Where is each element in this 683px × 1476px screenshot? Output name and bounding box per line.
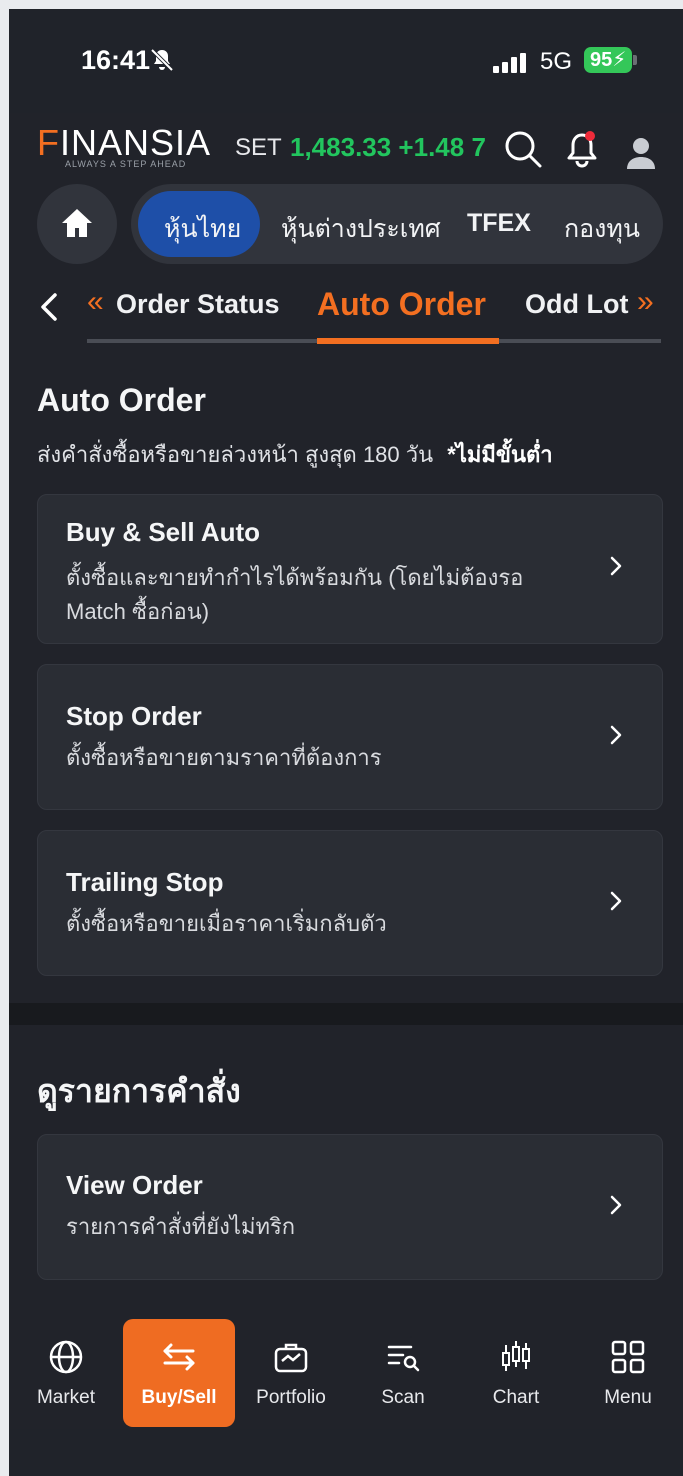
chevron-right-icon bbox=[610, 556, 622, 576]
status-time: 16:41 bbox=[81, 45, 151, 75]
user-icon[interactable] bbox=[621, 133, 661, 173]
scan-icon[interactable] bbox=[385, 1339, 421, 1375]
card-desc-line: Match ซื้อก่อน) bbox=[66, 599, 210, 624]
nav-market[interactable]: Market bbox=[16, 1387, 116, 1409]
network-type: 5G bbox=[540, 48, 573, 75]
silent-mode-icon bbox=[150, 48, 174, 72]
card-view-order[interactable] bbox=[37, 1134, 663, 1280]
bottom-nav bbox=[9, 1299, 683, 1429]
scroll-right-icon[interactable]: » bbox=[637, 285, 654, 319]
tab-odd-lot[interactable]: Odd Lot bbox=[525, 289, 628, 320]
finansia-logo: FINANSIA bbox=[37, 122, 212, 163]
card-description: ตั้งซื้อหรือขายตามราคาที่ต้องการ bbox=[66, 745, 382, 770]
tab-auto-order[interactable]: Auto Order bbox=[317, 286, 486, 323]
signal-icon bbox=[493, 53, 526, 73]
nav-menu[interactable]: Menu bbox=[578, 1387, 678, 1409]
section-title-auto-order: Auto Order bbox=[37, 382, 206, 418]
candlestick-chart-icon[interactable] bbox=[498, 1339, 534, 1375]
section-desc-text: ส่งคำสั่งซื้อหรือขายล่วงหน้า สูงสุด 180 … bbox=[37, 442, 434, 467]
card-description: ตั้งซื้อและขายทำกำไรได้พร้อมกัน (โดยไม่ต… bbox=[66, 561, 523, 629]
category-funds[interactable]: กองทุน bbox=[564, 209, 640, 249]
card-title: View Order bbox=[66, 1170, 203, 1200]
battery-indicator: 95⚡ bbox=[584, 47, 633, 73]
card-stop-order[interactable] bbox=[37, 664, 663, 810]
card-description: รายการคำสั่งที่ยังไม่ทริก bbox=[66, 1214, 296, 1239]
category-tfex[interactable]: TFEX bbox=[467, 209, 531, 238]
swap-icon[interactable] bbox=[161, 1339, 197, 1375]
card-title: Buy & Sell Auto bbox=[66, 517, 261, 547]
home-indicator-area bbox=[9, 1429, 683, 1476]
scroll-left-icon[interactable]: « bbox=[87, 285, 104, 319]
chevron-right-icon bbox=[610, 725, 622, 745]
card-title: Stop Order bbox=[66, 701, 202, 731]
home-icon bbox=[62, 209, 92, 237]
section-title-view-orders: ดูรายการคำสั่ง bbox=[37, 1073, 241, 1109]
tab-order-status[interactable]: Order Status bbox=[116, 289, 280, 320]
back-icon[interactable] bbox=[37, 292, 61, 322]
card-title: Trailing Stop bbox=[66, 867, 224, 897]
charging-icon: ⚡ bbox=[612, 49, 627, 71]
grid-menu-icon[interactable] bbox=[610, 1339, 646, 1375]
card-description: ตั้งซื้อหรือขายเมื่อราคาเริ่มกลับตัว bbox=[66, 911, 387, 936]
tab-active-indicator bbox=[317, 338, 499, 344]
search-icon[interactable] bbox=[503, 129, 543, 169]
briefcase-icon[interactable] bbox=[273, 1339, 309, 1375]
category-thai-stocks[interactable]: หุ้นไทย bbox=[164, 209, 241, 249]
section-description: ส่งคำสั่งซื้อหรือขายล่วงหน้า สูงสุด 180 … bbox=[37, 437, 553, 472]
section-divider bbox=[9, 1003, 683, 1025]
section-desc-note: *ไม่มีขั้นต่ำ bbox=[447, 442, 553, 467]
chevron-right-icon bbox=[610, 1195, 622, 1215]
nav-chart[interactable]: Chart bbox=[466, 1387, 566, 1409]
card-desc-line: ตั้งซื้อและขายทำกำไรได้พร้อมกัน (โดยไม่ต… bbox=[66, 565, 524, 590]
nav-buy-sell[interactable]: Buy/Sell bbox=[129, 1387, 229, 1409]
nav-scan[interactable]: Scan bbox=[353, 1387, 453, 1409]
category-foreign-stocks[interactable]: หุ้นต่างประเทศ bbox=[281, 209, 441, 249]
card-trailing-stop[interactable] bbox=[37, 830, 663, 976]
logo-tagline: ALWAYS A STEP AHEAD bbox=[65, 159, 187, 169]
bell-icon[interactable] bbox=[562, 129, 602, 169]
battery-tip bbox=[633, 55, 637, 65]
index-label: SET bbox=[235, 134, 282, 161]
app-screen: 16:41 5G 95⚡ FINANSIA ALWAYS A STEP AHEA… bbox=[9, 9, 683, 1476]
battery-level: 95 bbox=[590, 49, 613, 71]
index-value[interactable]: 1,483.33 +1.48 7 bbox=[290, 132, 486, 163]
nav-portfolio[interactable]: Portfolio bbox=[241, 1387, 341, 1409]
chevron-right-icon bbox=[610, 891, 622, 911]
globe-icon[interactable] bbox=[48, 1339, 84, 1375]
